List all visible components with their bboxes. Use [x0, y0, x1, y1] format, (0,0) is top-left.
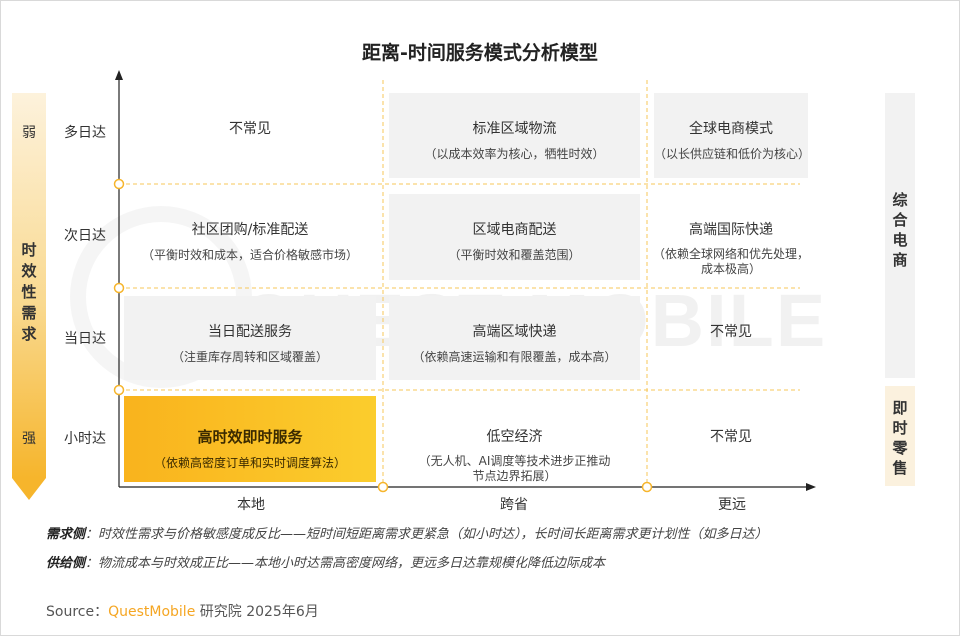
supply-note-text: ：物流成本与时效成正比——本地小时达需高密度网络，更远多日达靠规模化降低边际成本: [85, 556, 606, 571]
demand-note-label: 需求侧: [46, 527, 86, 542]
x-axis-arrowhead: [806, 483, 816, 491]
axis-marker-5: [641, 481, 653, 493]
col-label-local: 本地: [237, 497, 265, 513]
source-suffix: 研究院 2025年6月: [195, 604, 319, 620]
source-prefix: Source：: [46, 604, 109, 620]
demand-note-text: ：时效性需求与价格敏感度成反比——短时间短距离需求更紧急（如小时达），长时间长距…: [85, 527, 768, 542]
demand-note: 需求侧：时效性需求与价格敏感度成反比——短时间短距离需求更紧急（如小时达），长时…: [46, 523, 768, 542]
col-label-farther: 更远: [718, 497, 746, 513]
supply-note: 供给侧：物流成本与时效成正比——本地小时达需高密度网络，更远多日达靠规模化降低边…: [46, 552, 605, 571]
axis-marker-4: [377, 481, 389, 493]
axis-marker-2: [113, 282, 125, 294]
axis-marker-1: [113, 178, 125, 190]
source-line: Source：QuestMobile 研究院 2025年6月: [46, 601, 319, 621]
col-label-interprovince: 跨省: [500, 497, 528, 513]
source-brand: QuestMobile: [108, 604, 196, 620]
axis-marker-3: [113, 384, 125, 396]
supply-note-label: 供给侧: [46, 556, 86, 571]
y-axis-arrowhead: [115, 70, 123, 80]
